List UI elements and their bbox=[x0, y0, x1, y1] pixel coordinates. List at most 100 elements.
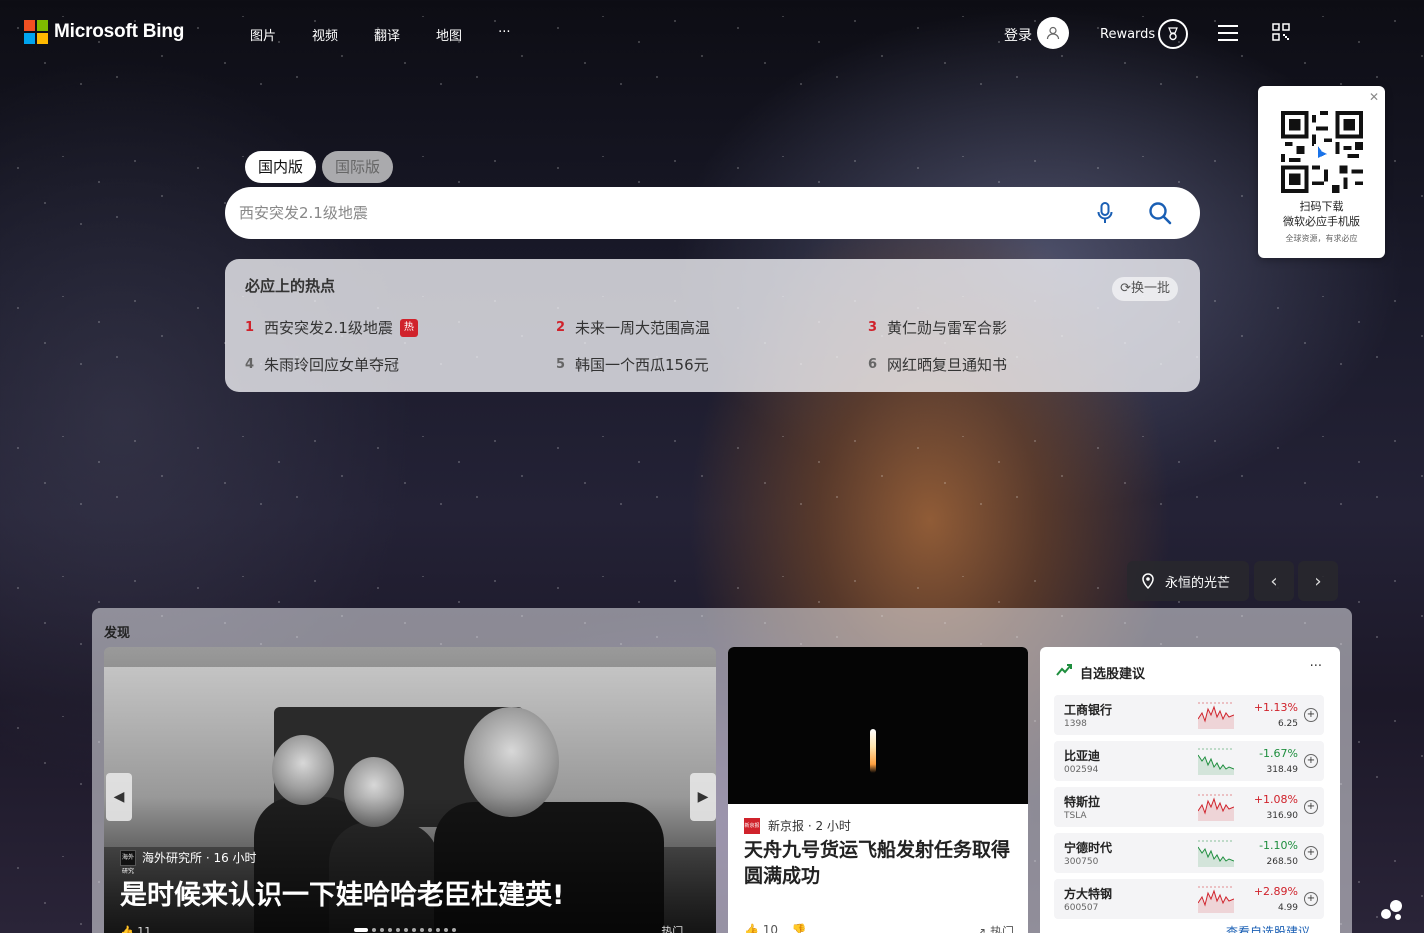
trending-text: 朱雨玲回应女单夺冠 bbox=[264, 356, 400, 374]
trending-text: 西安突发2.1级地震 bbox=[264, 319, 393, 337]
like-count: 10 bbox=[762, 923, 779, 933]
stock-row[interactable]: 方大特钢 600507 +2.89% 4.99 + bbox=[1054, 879, 1324, 919]
trending-panel: 必应上的热点 ⟳换一批 1 西安突发2.1级地震热 2 未来一周大范围高温 3 黄仁勋… bbox=[225, 259, 1200, 392]
trending-item[interactable]: 6 网红晒复旦通知书 bbox=[868, 354, 1007, 375]
news-card-main[interactable]: ◀ ▶ 海外研究所 海外研究所 · 16 小时 是时候来认识一下娃哈哈老臣杜建英!… bbox=[104, 647, 716, 933]
microphone-icon[interactable] bbox=[1095, 201, 1115, 225]
search-input[interactable] bbox=[239, 201, 1059, 225]
card-headline: 天舟九号货运飞船发射任务取得圆满成功 bbox=[744, 839, 1011, 887]
trending-item[interactable]: 1 西安突发2.1级地震热 bbox=[245, 317, 418, 338]
refresh-button[interactable]: ⟳换一批 bbox=[1112, 277, 1178, 301]
search-icon[interactable] bbox=[1147, 200, 1173, 226]
nav-videos[interactable]: 视频 bbox=[312, 25, 338, 44]
hamburger-menu-icon[interactable] bbox=[1218, 25, 1238, 41]
rewards-medal-icon[interactable] bbox=[1158, 19, 1188, 49]
image-location-button[interactable]: 永恒的光芒 bbox=[1127, 561, 1249, 601]
thumbs-down-icon[interactable]: 👎 bbox=[792, 923, 807, 933]
stock-row[interactable]: 比亚迪 002594 -1.67% 318.49 + bbox=[1054, 741, 1324, 781]
prev-image-button[interactable]: ‹ bbox=[1254, 561, 1294, 601]
stock-price: 4.99 bbox=[1277, 903, 1298, 913]
thumbs-up-icon[interactable]: 👍 bbox=[120, 925, 134, 933]
qr-line3: 全球资源，有求必应 bbox=[1285, 234, 1358, 243]
chevron-left-icon: ◀ bbox=[113, 789, 125, 805]
stock-price: 268.50 bbox=[1266, 857, 1299, 867]
card-prev-button[interactable]: ◀ bbox=[106, 773, 132, 821]
qr-line1: 扫码下载 bbox=[1299, 200, 1344, 213]
stock-code: 600507 bbox=[1064, 903, 1099, 913]
stock-code: TSLA bbox=[1064, 811, 1087, 821]
trending-text: 黄仁勋与雷军合影 bbox=[887, 319, 1008, 337]
add-stock-icon[interactable]: + bbox=[1304, 754, 1318, 768]
add-stock-icon[interactable]: + bbox=[1304, 846, 1318, 860]
location-pin-icon bbox=[1142, 573, 1154, 589]
trending-rank: 3 bbox=[868, 320, 878, 335]
card-tag: 热门 bbox=[661, 925, 684, 933]
news-card-secondary[interactable]: 新京报 新京报 · 2 小时 天舟九号货运飞船发射任务取得圆满成功 👍 10 👎 ↗… bbox=[728, 647, 1028, 933]
feedback-icon[interactable] bbox=[1378, 898, 1406, 922]
add-stock-icon[interactable]: + bbox=[1304, 800, 1318, 814]
stock-change: -1.10% bbox=[1259, 839, 1298, 852]
add-stock-icon[interactable]: + bbox=[1304, 892, 1318, 906]
stock-sparkline bbox=[1198, 702, 1234, 729]
stock-code: 300750 bbox=[1064, 857, 1099, 867]
next-image-button[interactable]: › bbox=[1298, 561, 1338, 601]
avatar-icon[interactable] bbox=[1037, 17, 1069, 49]
stock-sparkline bbox=[1198, 748, 1234, 775]
source-logo-icon: 新京报 bbox=[744, 817, 760, 834]
header-actions: 登录 Rewards bbox=[1004, 17, 1424, 51]
trending-rank: 5 bbox=[556, 357, 566, 372]
trending-rank: 4 bbox=[245, 357, 255, 372]
nav-translate[interactable]: 翻译 bbox=[374, 25, 400, 44]
chevron-right-icon: ▶ bbox=[697, 789, 709, 805]
refresh-label: 换一批 bbox=[1130, 281, 1170, 296]
card-tag: 热门 bbox=[989, 925, 1014, 933]
region-tabs: 国内版 国际版 bbox=[245, 151, 394, 183]
chevron-right-icon: › bbox=[1314, 570, 1322, 592]
bing-logo[interactable]: Microsoft Bing bbox=[24, 20, 184, 44]
stock-name: 宁德时代 bbox=[1064, 841, 1113, 855]
tab-international[interactable]: 国际版 bbox=[322, 151, 394, 183]
tab-domestic[interactable]: 国内版 bbox=[245, 151, 317, 183]
source-text: 海外研究所 · 16 小时 bbox=[142, 851, 257, 865]
nav-more[interactable]: ··· bbox=[498, 25, 510, 44]
trending-rank: 2 bbox=[556, 320, 566, 335]
stock-row[interactable]: 特斯拉 TSLA +1.08% 316.90 + bbox=[1054, 787, 1324, 827]
trending-item[interactable]: 2 未来一周大范围高温 bbox=[556, 317, 710, 338]
thumbs-up-icon[interactable]: 👍 bbox=[744, 923, 759, 933]
discover-feed: 发现 ◀ ▶ 海外研究所 海外研究所 · 16 小时 是时候来认识一下娃哈哈老臣杜… bbox=[92, 608, 1352, 933]
login-link[interactable]: 登录 bbox=[1004, 25, 1032, 45]
main-nav: 图片 视频 翻译 地图 ··· bbox=[250, 25, 510, 44]
stock-change: -1.67% bbox=[1259, 747, 1298, 760]
stock-name: 方大特钢 bbox=[1064, 887, 1113, 901]
rewards-link[interactable]: Rewards bbox=[1100, 27, 1155, 42]
stock-sparkline bbox=[1198, 886, 1234, 913]
trending-item[interactable]: 5 韩国一个西瓜156元 bbox=[556, 354, 709, 375]
stock-change: +1.08% bbox=[1253, 793, 1298, 806]
trending-item[interactable]: 3 黄仁勋与雷军合影 bbox=[868, 317, 1007, 338]
qr-code-icon[interactable] bbox=[1272, 23, 1290, 41]
card-next-button[interactable]: ▶ bbox=[690, 773, 716, 821]
trending-tag: ↗ 热门 bbox=[976, 923, 1014, 933]
trending-item[interactable]: 4 朱雨玲回应女单夺冠 bbox=[245, 354, 399, 375]
stock-row[interactable]: 工商银行 1398 +1.13% 6.25 + bbox=[1054, 695, 1324, 735]
stock-sparkline bbox=[1198, 840, 1234, 867]
top-bar: Microsoft Bing 图片 视频 翻译 地图 ··· 登录 Reward… bbox=[0, 0, 1424, 66]
search-box bbox=[225, 187, 1200, 239]
stock-name: 特斯拉 bbox=[1064, 795, 1101, 809]
qr-code-image bbox=[1280, 111, 1363, 193]
microsoft-logo-icon bbox=[24, 20, 48, 44]
stock-price: 6.25 bbox=[1277, 719, 1298, 729]
stock-row[interactable]: 宁德时代 300750 -1.10% 268.50 + bbox=[1054, 833, 1324, 873]
close-icon[interactable]: ✕ bbox=[1369, 90, 1379, 104]
stock-change: +1.13% bbox=[1253, 701, 1298, 714]
stock-card-title: 自选股建议 bbox=[1080, 667, 1146, 682]
view-stock-suggestions-link[interactable]: 查看自选股建议 bbox=[1226, 923, 1310, 933]
nav-maps[interactable]: 地图 bbox=[436, 25, 462, 44]
stock-name: 比亚迪 bbox=[1064, 749, 1101, 763]
trending-text: 未来一周大范围高温 bbox=[575, 319, 711, 337]
refresh-icon: ⟳ bbox=[1120, 281, 1131, 296]
nav-images[interactable]: 图片 bbox=[250, 25, 276, 44]
chevron-left-icon: ‹ bbox=[1270, 570, 1278, 592]
add-stock-icon[interactable]: + bbox=[1304, 708, 1318, 722]
more-options-icon[interactable]: ··· bbox=[1310, 659, 1322, 674]
